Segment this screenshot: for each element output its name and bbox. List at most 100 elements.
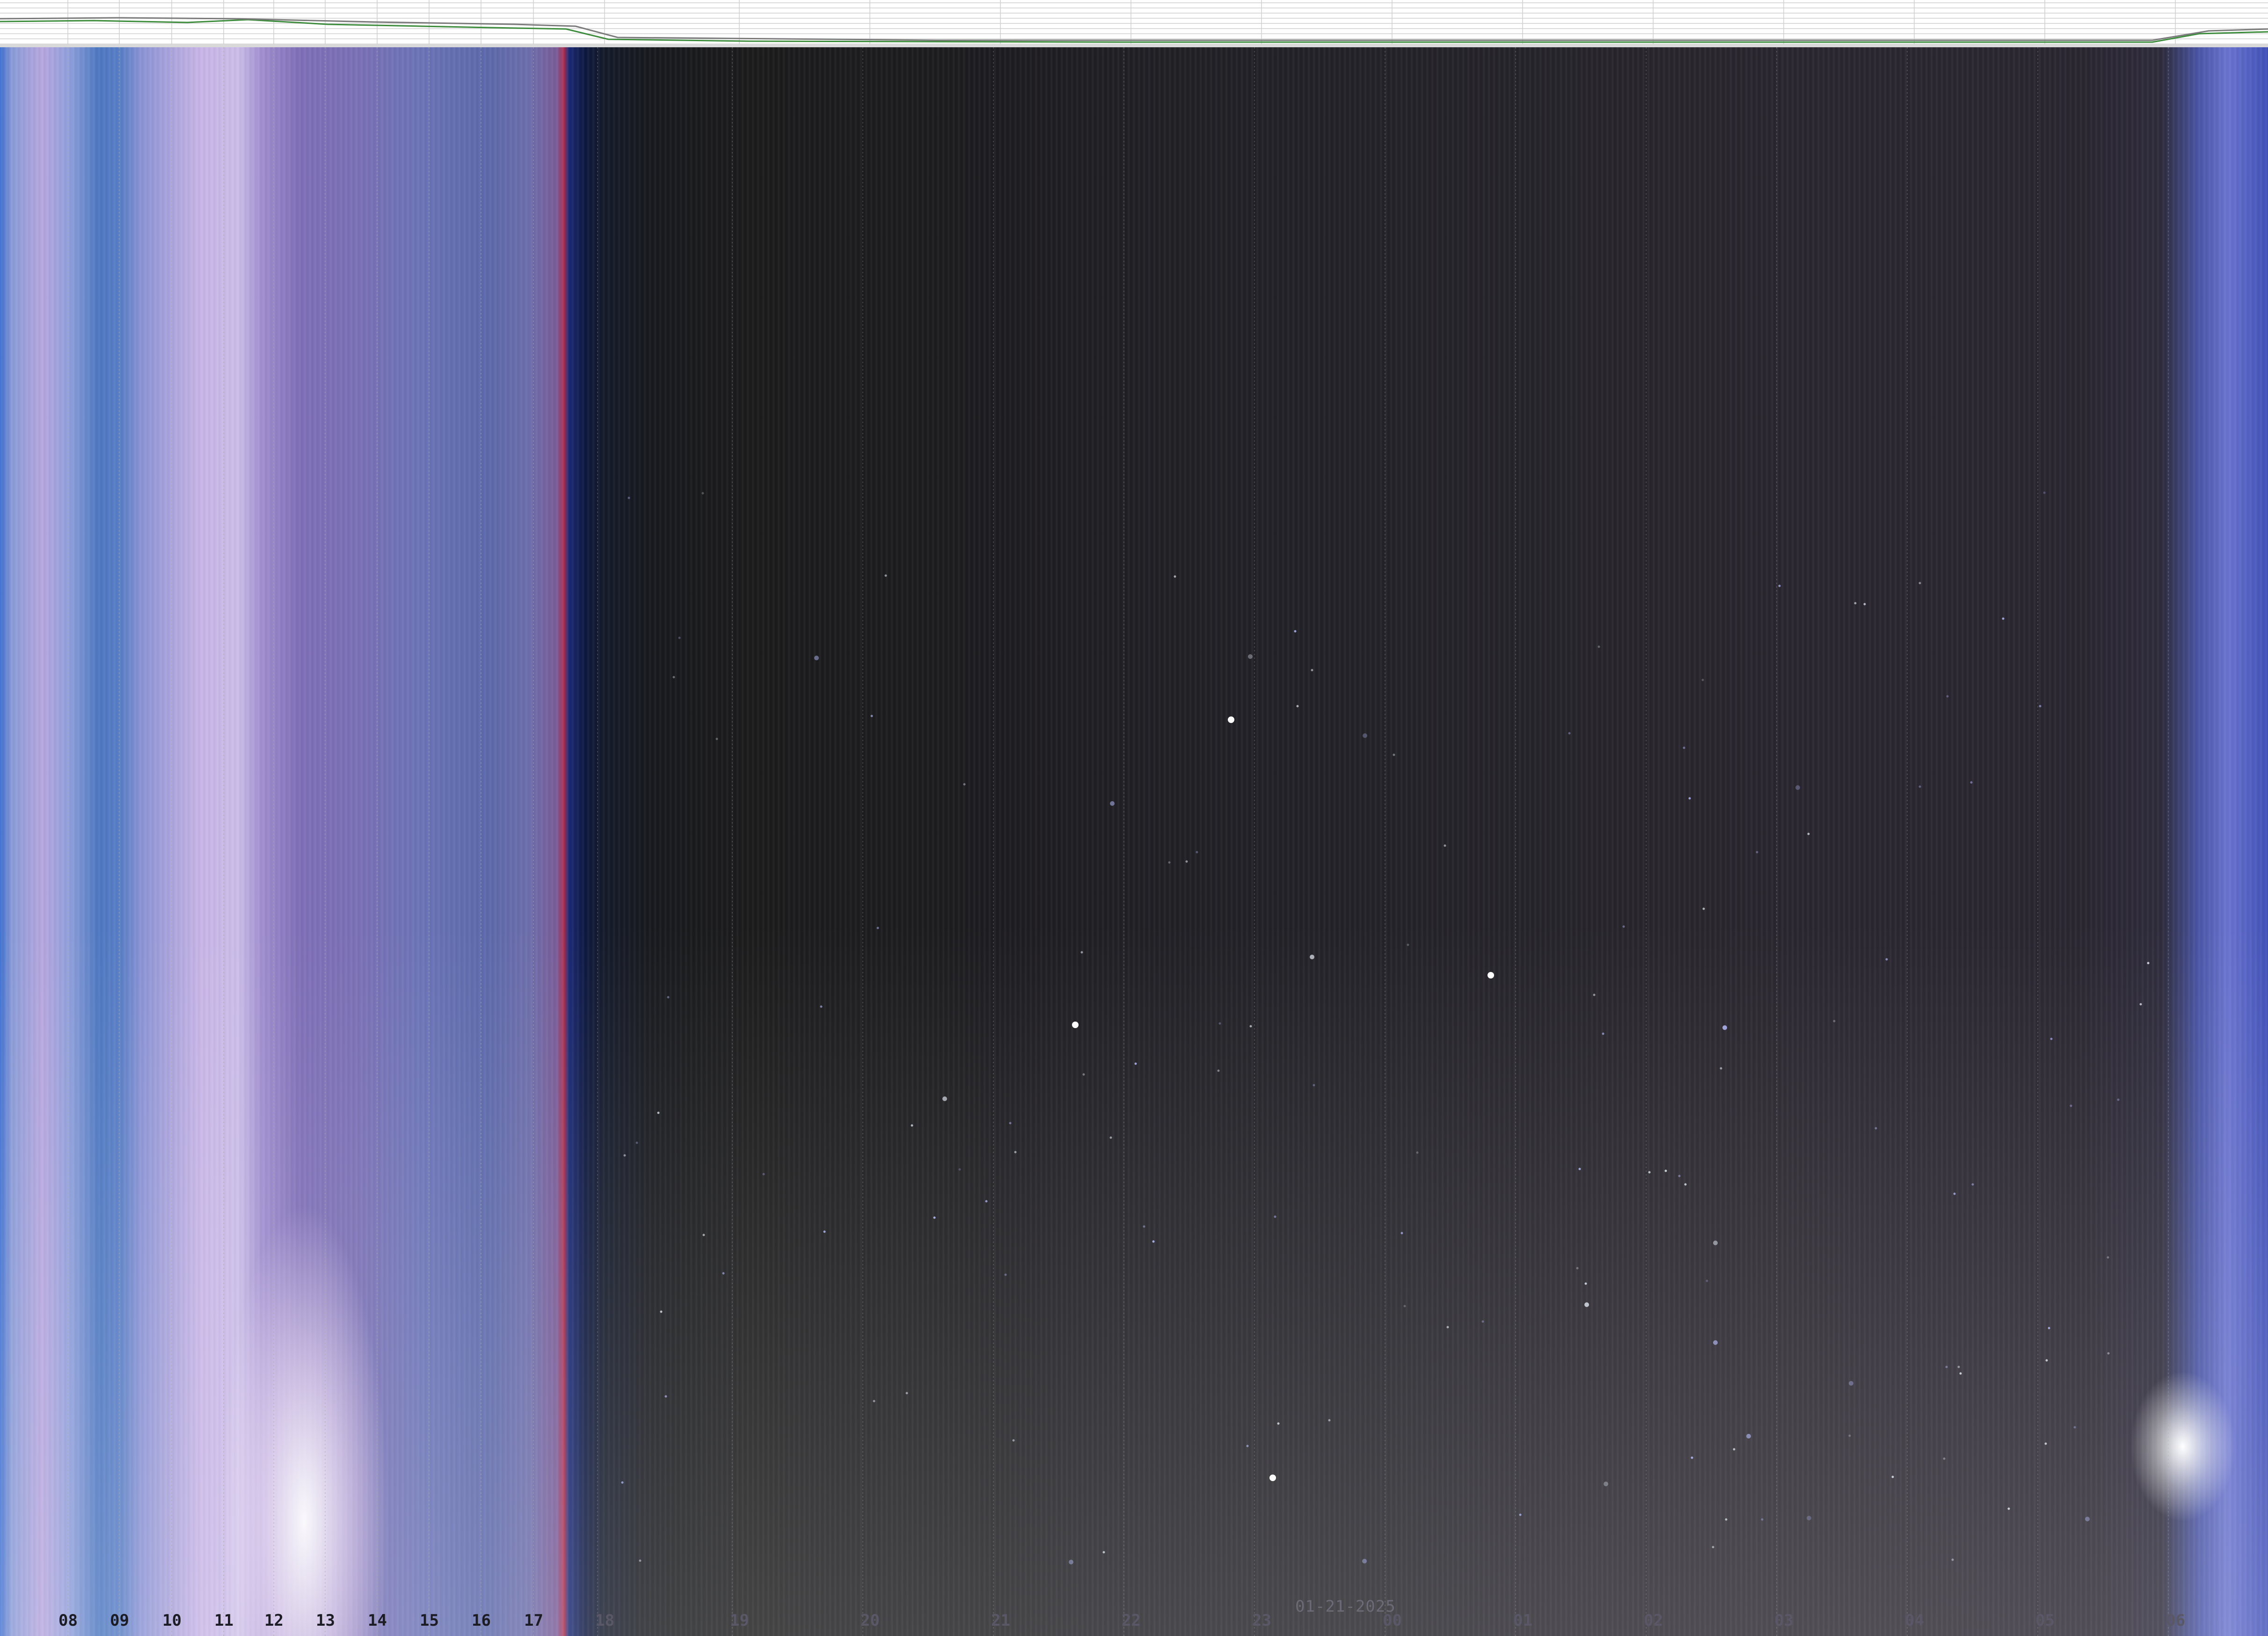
star-point [2045,1359,2048,1362]
star-point [1807,833,1810,835]
hour-label-14: 14 [368,1611,387,1630]
star-point [870,715,873,717]
hour-label-04: 04 [1905,1611,1924,1630]
keogram-viewer: 08 09 10 11 12 13 14 15 16 17 18 19 20 21 22 23 00 01 02 03… [0,0,2268,1636]
star-point [1678,1175,1681,1177]
star-point [1848,1434,1851,1437]
star-point [985,1200,988,1203]
star-point [1328,1419,1331,1422]
star-point [678,636,681,639]
star-point [1795,785,1800,790]
hour-label-10: 10 [162,1611,182,1630]
star-point [1311,669,1313,672]
star-point [2007,1507,2010,1510]
star-point [1957,1366,1960,1368]
star-point [1854,602,1857,605]
star-point [1134,1062,1137,1065]
star-point [2085,1517,2090,1521]
star-point [664,1395,667,1398]
star-point [820,1005,823,1008]
star-point [1393,753,1395,756]
star-point [1713,1340,1718,1345]
star-point [2139,1003,2142,1006]
star-point [2002,617,2005,620]
star-point [1713,1241,1718,1245]
star-point [1196,851,1198,854]
star-point [623,1154,626,1157]
star-point [823,1230,826,1233]
star-point [963,783,966,786]
star-point [2107,1256,2109,1259]
star-point [1246,1445,1249,1447]
star-point [1946,695,1949,698]
star-point [1407,943,1409,946]
star-point [1688,797,1691,800]
star-point [1733,1448,1736,1451]
bright-star-point [1228,716,1234,723]
star-point [667,996,670,999]
star-point [1722,1025,1727,1030]
star-point [911,1124,913,1127]
star-point [1951,1558,1954,1561]
star-point [1578,1168,1581,1170]
hour-label-21: 21 [991,1611,1010,1630]
star-point [1012,1439,1015,1442]
star-point [1082,1073,1085,1076]
hour-label-15: 15 [420,1611,439,1630]
star-point [1593,993,1596,996]
star-point [1702,907,1705,910]
star-point [1403,1305,1406,1307]
star-point [639,1559,642,1562]
star-point [2044,1442,2047,1445]
star-point [884,574,887,577]
star-point [635,1141,638,1144]
star-point [814,656,819,660]
star-point [1918,582,1921,584]
star-point [1576,1267,1579,1270]
star-point [627,497,630,499]
star-point [1648,1171,1651,1174]
bright-star-point [1269,1475,1276,1481]
hour-label-01: 01 [1513,1611,1532,1630]
hour-label-05: 05 [2035,1611,2055,1630]
star-point [2048,1327,2050,1329]
hour-label-13: 13 [316,1611,335,1630]
hour-label-23: 23 [1252,1611,1271,1630]
star-point [1294,630,1297,633]
star-point [1945,1366,1948,1368]
star-point [1970,781,1973,784]
star-point [2050,1037,2053,1040]
star-point [2073,1426,2076,1429]
keogram-overlay: 08 09 10 11 12 13 14 15 16 17 18 19 20 21 22 23 00 01 02 03… [58,47,2185,1636]
star-point [1959,1372,1962,1375]
hour-label-08: 08 [58,1611,78,1630]
star-point [715,738,718,740]
star-point [933,1216,936,1219]
star-point [1584,1282,1587,1285]
hour-label-17: 17 [524,1611,543,1630]
star-point [1701,679,1704,681]
star-point [722,1272,725,1275]
star-point [1874,1127,1877,1130]
star-point [1416,1151,1419,1154]
star-point [1310,955,1314,959]
star-point [1274,1215,1276,1218]
star-point [1152,1240,1155,1243]
star-point [873,1400,875,1402]
star-point [657,1111,660,1114]
hour-label-22: 22 [1122,1611,1141,1630]
star-point [1891,1475,1894,1478]
star-point [1143,1225,1145,1228]
star-point [1400,1232,1403,1234]
star-point [1971,1183,1974,1186]
star-point [905,1392,908,1395]
star-point [1362,1559,1367,1563]
star-point [1009,1122,1012,1125]
hour-label-06: 06 [2166,1611,2185,1630]
star-point [1756,851,1758,854]
star-point [1953,1192,1956,1195]
hour-label-03: 03 [1774,1611,1794,1630]
star-point [1444,844,1446,847]
bright-star-point [1488,972,1494,979]
star-point [1746,1434,1751,1439]
